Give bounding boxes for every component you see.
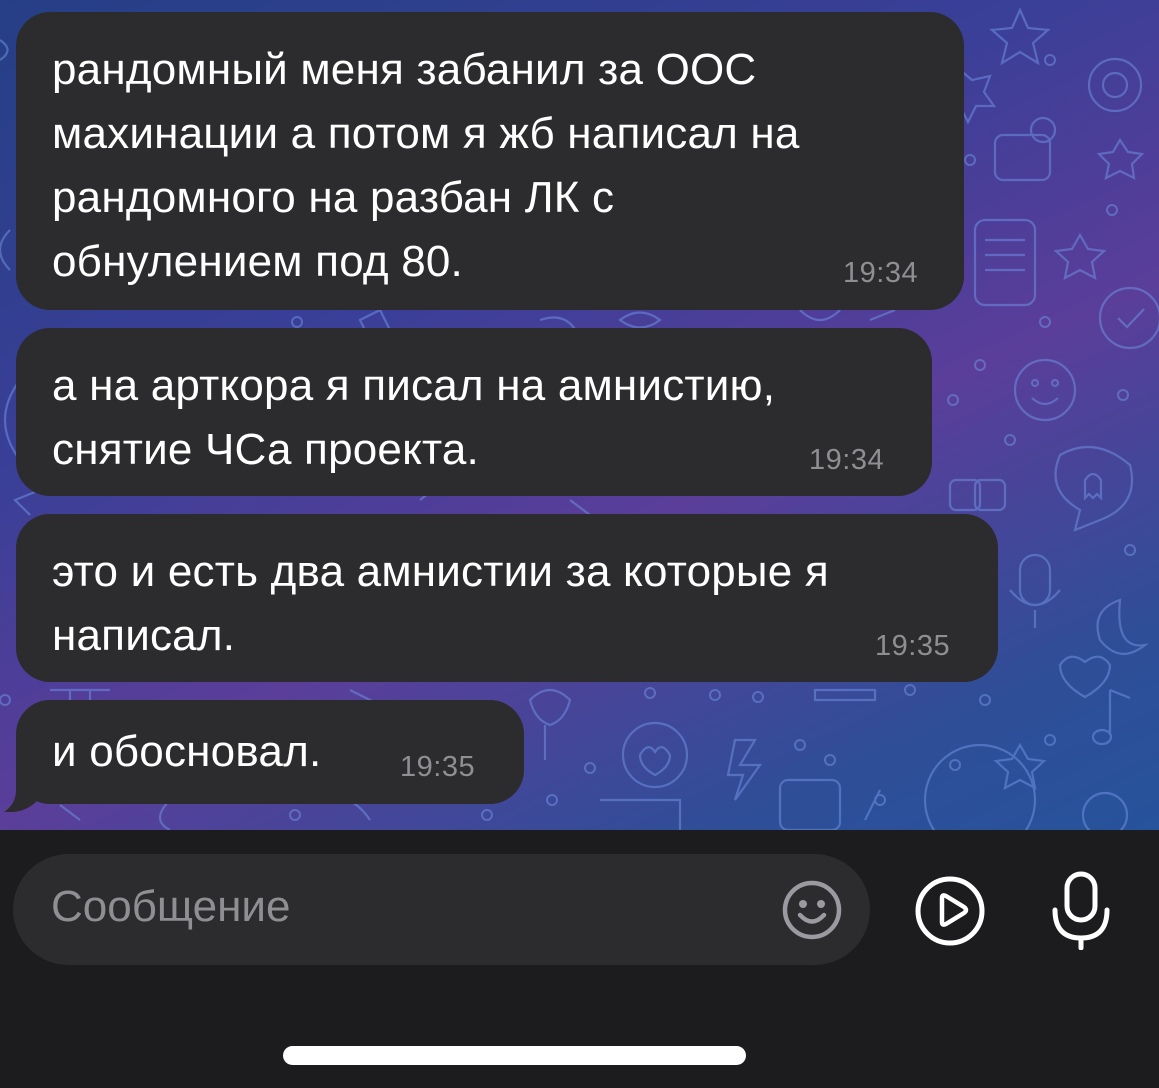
microphone-icon[interactable] (1046, 870, 1116, 950)
message-text: а на арткора я писал на амнистию, снятие… (52, 361, 776, 474)
message-text: и обосновал. (52, 727, 322, 776)
home-indicator (283, 1046, 746, 1065)
message-input[interactable]: Сообщение (13, 854, 870, 965)
message-bubble[interactable]: это и есть два амнистии за которые я нап… (16, 514, 998, 682)
bubble-tail (4, 772, 42, 812)
message-input-placeholder: Сообщение (51, 882, 291, 931)
chat-area[interactable]: рандомный меня забанил за ООС махинации … (0, 0, 1159, 830)
composer-bar: Сообщение (0, 830, 1159, 1088)
message-bubble[interactable]: рандомный меня забанил за ООС махинации … (16, 12, 964, 310)
message-bubble[interactable]: а на арткора я писал на амнистию, снятие… (16, 328, 932, 496)
message-time: 19:35 (400, 751, 476, 783)
message-bubble[interactable]: и обосновал. 19:35 (16, 700, 524, 804)
message-text: рандомный меня забанил за ООС махинации … (52, 45, 800, 286)
message-text: это и есть два амнистии за которые я нап… (52, 547, 829, 660)
message-time: 19:34 (843, 257, 919, 289)
message-time: 19:35 (875, 630, 951, 662)
play-circle-icon[interactable] (913, 874, 987, 948)
chat-screen: рандомный меня забанил за ООС махинации … (0, 0, 1159, 1088)
smile-icon[interactable] (781, 879, 843, 941)
message-time: 19:34 (809, 444, 885, 476)
